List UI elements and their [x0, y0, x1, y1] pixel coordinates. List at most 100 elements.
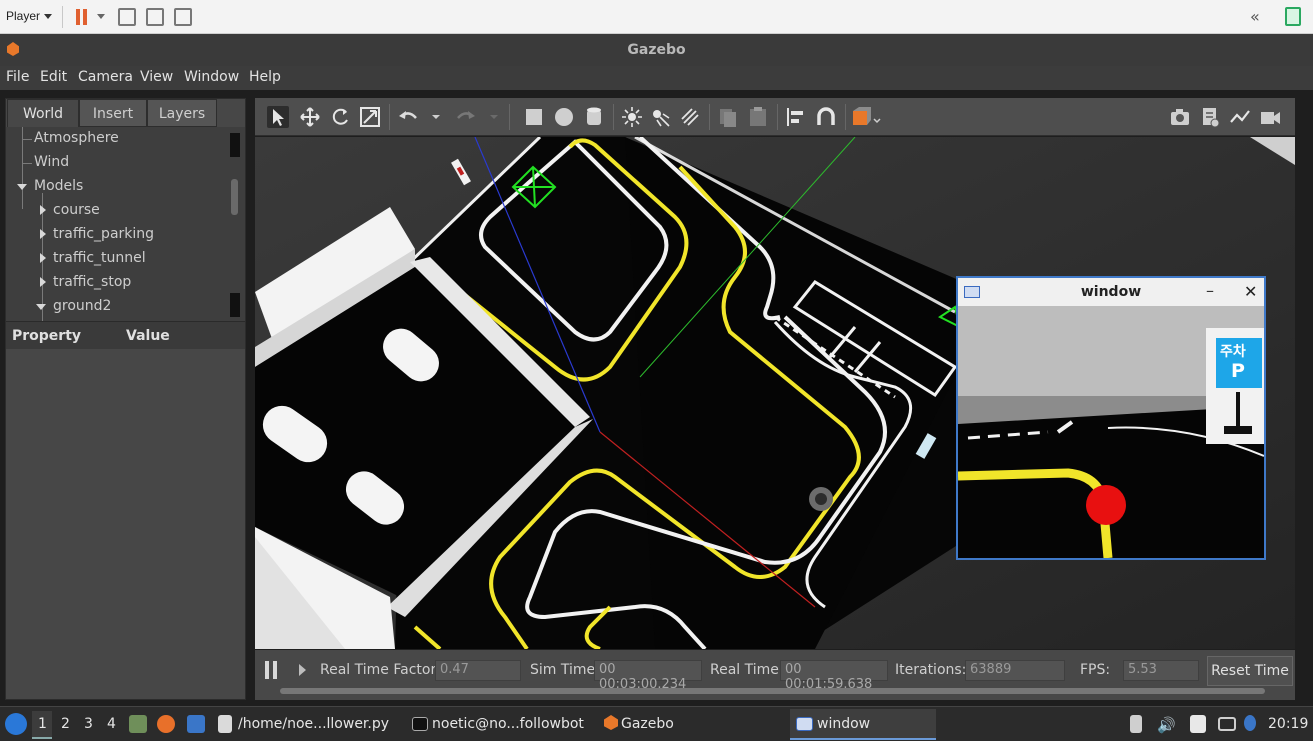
chevron-down-icon[interactable] [44, 14, 52, 19]
cylinder-shape-icon[interactable] [583, 106, 605, 128]
box-shape-icon[interactable] [523, 106, 545, 128]
task-editor[interactable]: /home/noe...llower.py [238, 716, 389, 732]
window-title: Gazebo [627, 42, 686, 58]
tree-item-models[interactable]: Models [34, 178, 83, 194]
unity-mode-icon[interactable] [174, 8, 192, 26]
taskbar: 1 2 3 4 /home/noe...llower.py noetic@no.… [0, 706, 1313, 741]
toolbar-divider [389, 104, 390, 130]
window-icon[interactable] [796, 717, 813, 731]
task-terminal[interactable]: noetic@no...followbot [432, 716, 584, 732]
task-window[interactable]: window [817, 716, 870, 732]
volume-icon[interactable]: 🔊 [1157, 716, 1176, 734]
clipboard-icon[interactable] [1130, 715, 1142, 733]
tree-item-traffic-stop[interactable]: traffic_stop [53, 274, 131, 290]
parking-sign-letter: P [1231, 360, 1245, 382]
screenshot-icon[interactable] [1169, 106, 1191, 128]
file-icon[interactable] [218, 715, 232, 733]
property-column-header: Property [12, 328, 82, 344]
chevron-down-icon[interactable] [431, 106, 441, 128]
menu-edit[interactable]: Edit [40, 69, 67, 85]
align-icon[interactable] [785, 106, 807, 128]
expand-right-icon[interactable] [40, 253, 46, 263]
expand-down-icon[interactable] [17, 184, 27, 190]
expand-right-icon[interactable] [40, 229, 46, 239]
expand-right-icon[interactable] [40, 277, 46, 287]
menu-bar: File Edit Camera View Window Help [0, 66, 1313, 90]
workspace-4[interactable]: 4 [107, 716, 116, 732]
point-light-icon[interactable] [621, 106, 643, 128]
file-manager-icon[interactable] [129, 715, 147, 733]
parking-sign-text: 주차 [1220, 344, 1246, 360]
gazebo-icon[interactable] [604, 715, 618, 730]
camera-image-window[interactable]: window – ✕ 주차 P [956, 276, 1266, 560]
scale-icon[interactable] [359, 106, 381, 128]
menu-file[interactable]: File [6, 69, 29, 85]
tab-world[interactable]: World [7, 99, 79, 127]
translate-icon[interactable] [299, 106, 321, 128]
tree-item-traffic-tunnel[interactable]: traffic_tunnel [53, 250, 146, 266]
copy-icon[interactable] [717, 106, 739, 128]
display-icon[interactable] [1218, 717, 1236, 731]
expand-right-icon[interactable] [40, 205, 46, 215]
collapse-icon[interactable]: « [1250, 7, 1260, 26]
select-arrow-icon[interactable] [267, 106, 289, 128]
chevron-down-icon[interactable] [489, 106, 499, 128]
tree-scrollbar[interactable] [230, 131, 240, 321]
terminal-icon[interactable] [412, 717, 428, 731]
horizontal-scrollbar[interactable] [280, 688, 1265, 694]
sphere-shape-icon[interactable] [553, 106, 575, 128]
spot-light-icon[interactable] [649, 106, 671, 128]
toolbar-divider [613, 104, 614, 130]
log-record-icon[interactable] [1199, 106, 1221, 128]
vm-player-bar: Player « [0, 0, 1313, 34]
directional-light-icon[interactable] [679, 106, 701, 128]
rotate-icon[interactable] [329, 106, 351, 128]
send-ctrl-alt-del-icon[interactable] [118, 8, 136, 26]
update-icon[interactable] [1244, 715, 1256, 731]
tree-item-course[interactable]: course [53, 202, 100, 218]
pause-icon[interactable] [265, 661, 279, 679]
menu-view[interactable]: View [140, 69, 173, 85]
tree-item-traffic-parking[interactable]: traffic_parking [53, 226, 154, 242]
record-video-icon[interactable] [1259, 106, 1281, 128]
player-menu-button[interactable]: Player [6, 9, 40, 23]
tab-insert[interactable]: Insert [79, 99, 147, 127]
workspace-2[interactable]: 2 [61, 716, 70, 732]
tree-item-ground2[interactable]: ground2 [53, 298, 111, 314]
menu-camera[interactable]: Camera [78, 69, 133, 85]
tree-guide [22, 163, 32, 164]
plot-icon[interactable] [1229, 106, 1251, 128]
close-icon[interactable]: ✕ [1244, 282, 1257, 301]
start-menu-icon[interactable] [5, 713, 27, 735]
snap-magnet-icon[interactable] [815, 106, 837, 128]
firefox-icon[interactable] [157, 715, 175, 733]
step-forward-icon[interactable] [299, 664, 306, 676]
fit-window-icon[interactable] [146, 8, 164, 26]
paste-icon[interactable] [747, 106, 769, 128]
menu-window[interactable]: Window [184, 69, 239, 85]
minimize-icon[interactable]: – [1206, 281, 1214, 300]
tree-item-atmosphere[interactable]: Atmosphere [34, 130, 119, 146]
workspace-1[interactable]: 1 [38, 716, 47, 732]
undo-icon[interactable] [397, 106, 419, 128]
camera-window-titlebar[interactable]: window – ✕ [958, 278, 1264, 306]
tab-layers[interactable]: Layers [147, 99, 217, 127]
terminal-launcher-icon[interactable] [187, 715, 205, 733]
scroll-thumb[interactable] [231, 179, 238, 215]
menu-help[interactable]: Help [249, 69, 281, 85]
reset-time-button[interactable]: Reset Time [1207, 656, 1293, 686]
real-time-factor-label: Real Time Factor: [320, 662, 441, 678]
chevron-down-icon[interactable] [97, 14, 105, 19]
workspace-3[interactable]: 3 [84, 716, 93, 732]
library-icon[interactable] [1285, 7, 1301, 26]
task-gazebo[interactable]: Gazebo [621, 716, 674, 732]
tree-item-wind[interactable]: Wind [34, 154, 69, 170]
expand-down-icon[interactable] [36, 304, 46, 310]
fps-label: FPS: [1080, 662, 1111, 678]
view-angle-icon[interactable] [851, 106, 883, 128]
toolbar-divider [709, 104, 710, 130]
redo-icon[interactable] [455, 106, 477, 128]
toolbar-divider [845, 104, 846, 130]
notes-icon[interactable] [1190, 715, 1206, 733]
vm-pause-icon[interactable] [75, 9, 89, 25]
